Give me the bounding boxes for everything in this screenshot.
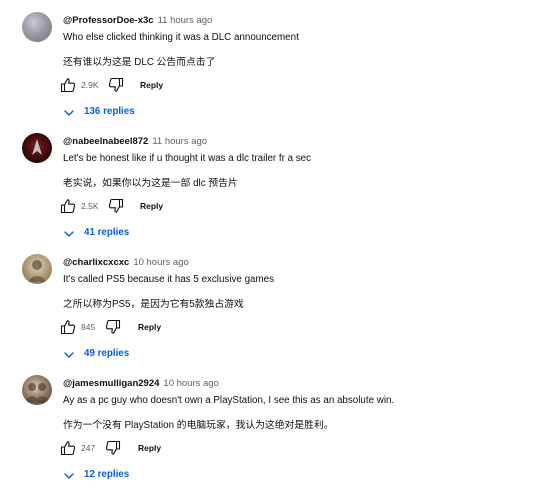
comment-header: @jamesmulligan2924 10 hours ago (63, 378, 219, 389)
like-count: 247 (81, 443, 96, 453)
comment-text: It's called PS5 because it has 5 exclusi… (63, 274, 274, 285)
reply-button[interactable]: Reply (140, 80, 163, 90)
thumb-down-icon[interactable] (108, 198, 124, 214)
comment-actions: 2.9K Reply (60, 77, 260, 93)
comment-text: Who else clicked thinking it was a DLC a… (63, 32, 299, 43)
comment-translation: 老实说，如果你以为这是一部 dlc 预告片 (63, 178, 238, 189)
timestamp[interactable]: 10 hours ago (163, 378, 218, 389)
chevron-down-icon (64, 352, 74, 358)
comment-actions: 2.5K Reply (60, 198, 260, 214)
author-name[interactable]: @ProfessorDoe-x3c (63, 15, 154, 26)
replies-count: 41 replies (84, 227, 130, 238)
comment: @jamesmulligan2924 10 hours ago Ay as a p… (0, 375, 550, 496)
avatar-emblem-icon (32, 139, 42, 155)
like-count: 2.9K (81, 80, 99, 90)
avatar[interactable] (22, 133, 52, 163)
avatar[interactable] (22, 12, 52, 42)
thumb-up-icon[interactable] (60, 198, 76, 214)
reply-button[interactable]: Reply (140, 201, 163, 211)
comment-translation: 还有谁以为这是 DLC 公告而点击了 (63, 57, 216, 68)
avatar[interactable] (22, 254, 52, 284)
replies-count: 49 replies (84, 348, 130, 359)
comment-text: Let's be honest like if u thought it was… (63, 153, 312, 164)
thumb-down-icon[interactable] (108, 77, 124, 93)
timestamp[interactable]: 11 hours ago (152, 136, 207, 147)
comment: @ProfessorDoe-x3c 11 hours ago Who else c… (0, 12, 550, 133)
reply-button[interactable]: Reply (138, 443, 161, 453)
reply-button[interactable]: Reply (138, 322, 161, 332)
thumb-up-icon[interactable] (60, 77, 76, 93)
author-name[interactable]: @jamesmulligan2924 (63, 378, 159, 389)
timestamp[interactable]: 11 hours ago (158, 15, 213, 26)
timestamp[interactable]: 10 hours ago (133, 257, 188, 268)
comment-actions: 845 Reply (60, 319, 260, 335)
avatar-figure-icon (29, 260, 45, 282)
comment-translation: 作为一个没有 PlayStation 的电脑玩家，我认为这绝对是胜利。 (63, 420, 334, 431)
comment: @charlixcxcxc 10 hours ago It's called PS… (0, 254, 550, 375)
avatar-group-icon (25, 383, 49, 403)
thumb-up-icon[interactable] (60, 440, 76, 456)
author-name[interactable]: @charlixcxcxc (63, 257, 129, 268)
like-count: 845 (81, 322, 96, 332)
chevron-down-icon (64, 110, 74, 116)
avatar[interactable] (22, 375, 52, 405)
replies-count: 136 replies (84, 106, 135, 117)
comment-header: @charlixcxcxc 10 hours ago (63, 257, 189, 268)
comment-header: @ProfessorDoe-x3c 11 hours ago (63, 15, 212, 26)
comment-text: Ay as a pc guy who doesn't own a PlaySta… (63, 395, 395, 406)
thumb-down-icon[interactable] (105, 440, 121, 456)
comment-translation: 之所以称为PS5，是因为它有5款独占游戏 (63, 299, 244, 310)
replies-count: 12 replies (84, 469, 130, 480)
thumb-down-icon[interactable] (105, 319, 121, 335)
author-name[interactable]: @nabeelnabeel872 (63, 136, 148, 147)
thumb-up-icon[interactable] (60, 319, 76, 335)
comment: @nabeelnabeel872 11 hours ago Let's be ho… (0, 133, 550, 254)
chevron-down-icon (64, 473, 74, 479)
chevron-down-icon (64, 231, 74, 237)
comment-header: @nabeelnabeel872 11 hours ago (63, 136, 207, 147)
comment-actions: 247 Reply (60, 440, 260, 456)
like-count: 2.5K (81, 201, 99, 211)
